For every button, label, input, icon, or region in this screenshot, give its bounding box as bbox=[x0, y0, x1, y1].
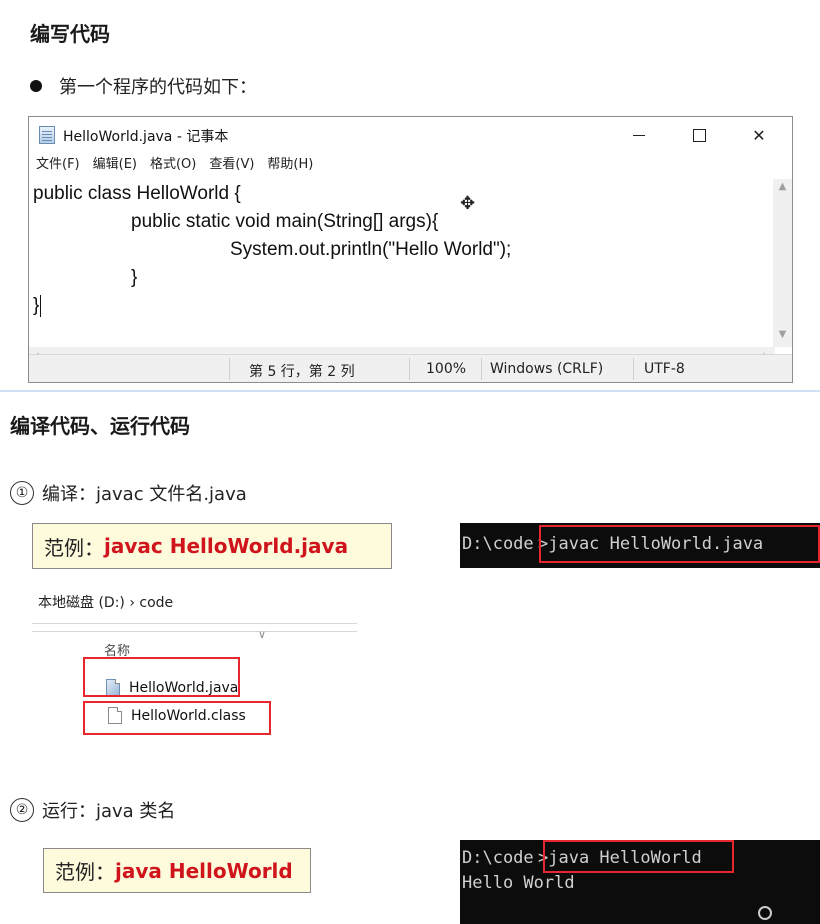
loading-icon bbox=[758, 906, 772, 920]
code-line: System.out.println("Hello World"); bbox=[230, 239, 512, 260]
console-output: Hello World bbox=[462, 873, 575, 893]
example-command: java HelloWorld bbox=[115, 858, 293, 883]
notepad-window: HelloWorld.java - 记事本 ✕ 文件(F) 编辑(E) 格式(O… bbox=[28, 116, 793, 383]
notepad-titlebar[interactable]: HelloWorld.java - 记事本 ✕ bbox=[29, 117, 792, 153]
bullet-item: 第一个程序的代码如下： bbox=[30, 73, 257, 99]
console-prompt: D:\code bbox=[462, 534, 534, 554]
vertical-scrollbar[interactable]: ▲ ▼ bbox=[773, 179, 792, 347]
section-heading-compile-run: 编译代码、运行代码 bbox=[10, 414, 190, 438]
notepad-menubar: 文件(F) 编辑(E) 格式(O) 查看(V) 帮助(H) bbox=[29, 153, 792, 177]
section-divider bbox=[0, 390, 820, 392]
run-example-box: 范例： java HelloWorld bbox=[43, 848, 311, 893]
step-label: 编译：javac 文件名.java bbox=[42, 484, 247, 505]
bullet-text: 第一个程序的代码如下： bbox=[59, 77, 257, 98]
compile-example-box: 范例： javac HelloWorld.java bbox=[32, 523, 392, 569]
highlight-box bbox=[83, 701, 271, 735]
highlight-box bbox=[83, 657, 240, 697]
example-prefix: 范例： bbox=[55, 860, 115, 884]
explorer-divider bbox=[32, 631, 357, 632]
bullet-dot-icon bbox=[30, 80, 42, 92]
explorer-divider bbox=[32, 623, 357, 624]
notepad-statusbar: 第 5 行，第 2 列 100% Windows (CRLF) UTF-8 bbox=[29, 354, 792, 382]
close-icon[interactable]: ✕ bbox=[736, 117, 782, 153]
console-prompt: D:\code bbox=[462, 848, 534, 868]
maximize-icon[interactable] bbox=[676, 117, 722, 153]
code-line: } bbox=[33, 295, 40, 316]
step-run: ② 运行：java 类名 bbox=[10, 797, 175, 823]
status-zoom: 100% bbox=[426, 361, 467, 377]
step-label: 运行：java 类名 bbox=[42, 801, 176, 822]
scroll-down-icon[interactable]: ▼ bbox=[773, 329, 792, 345]
menu-help[interactable]: 帮助(H) bbox=[267, 153, 313, 177]
status-line-ending: Windows (CRLF) bbox=[490, 361, 604, 377]
step-number: ① bbox=[10, 481, 34, 505]
status-encoding: UTF-8 bbox=[644, 361, 685, 377]
highlight-box bbox=[539, 525, 820, 563]
menu-file[interactable]: 文件(F) bbox=[36, 153, 80, 177]
highlight-box bbox=[543, 840, 734, 873]
section-heading-write-code: 编写代码 bbox=[30, 22, 110, 46]
status-position: 第 5 行，第 2 列 bbox=[249, 364, 355, 380]
chevron-down-icon[interactable]: ∨ bbox=[258, 628, 266, 641]
menu-format[interactable]: 格式(O) bbox=[150, 153, 196, 177]
step-compile: ① 编译：javac 文件名.java bbox=[10, 480, 247, 506]
text-caret bbox=[40, 295, 41, 317]
breadcrumb[interactable]: 本地磁盘 (D:) › code bbox=[38, 592, 173, 612]
example-prefix: 范例： bbox=[44, 535, 104, 560]
move-cursor-icon: ✥ bbox=[460, 193, 476, 214]
example-command: javac HelloWorld.java bbox=[104, 534, 349, 558]
minimize-icon[interactable] bbox=[616, 117, 662, 153]
menu-view[interactable]: 查看(V) bbox=[209, 153, 254, 177]
notepad-app-icon bbox=[39, 126, 55, 144]
scroll-up-icon[interactable]: ▲ bbox=[773, 181, 792, 197]
code-line: public class HelloWorld { bbox=[33, 183, 241, 204]
notepad-text-area[interactable]: public class HelloWorld { public static … bbox=[29, 179, 775, 347]
menu-edit[interactable]: 编辑(E) bbox=[93, 153, 137, 177]
code-line: public static void main(String[] args){ bbox=[131, 211, 439, 232]
notepad-title: HelloWorld.java - 记事本 bbox=[63, 129, 229, 145]
step-number: ② bbox=[10, 798, 34, 822]
code-line: } bbox=[131, 267, 138, 288]
